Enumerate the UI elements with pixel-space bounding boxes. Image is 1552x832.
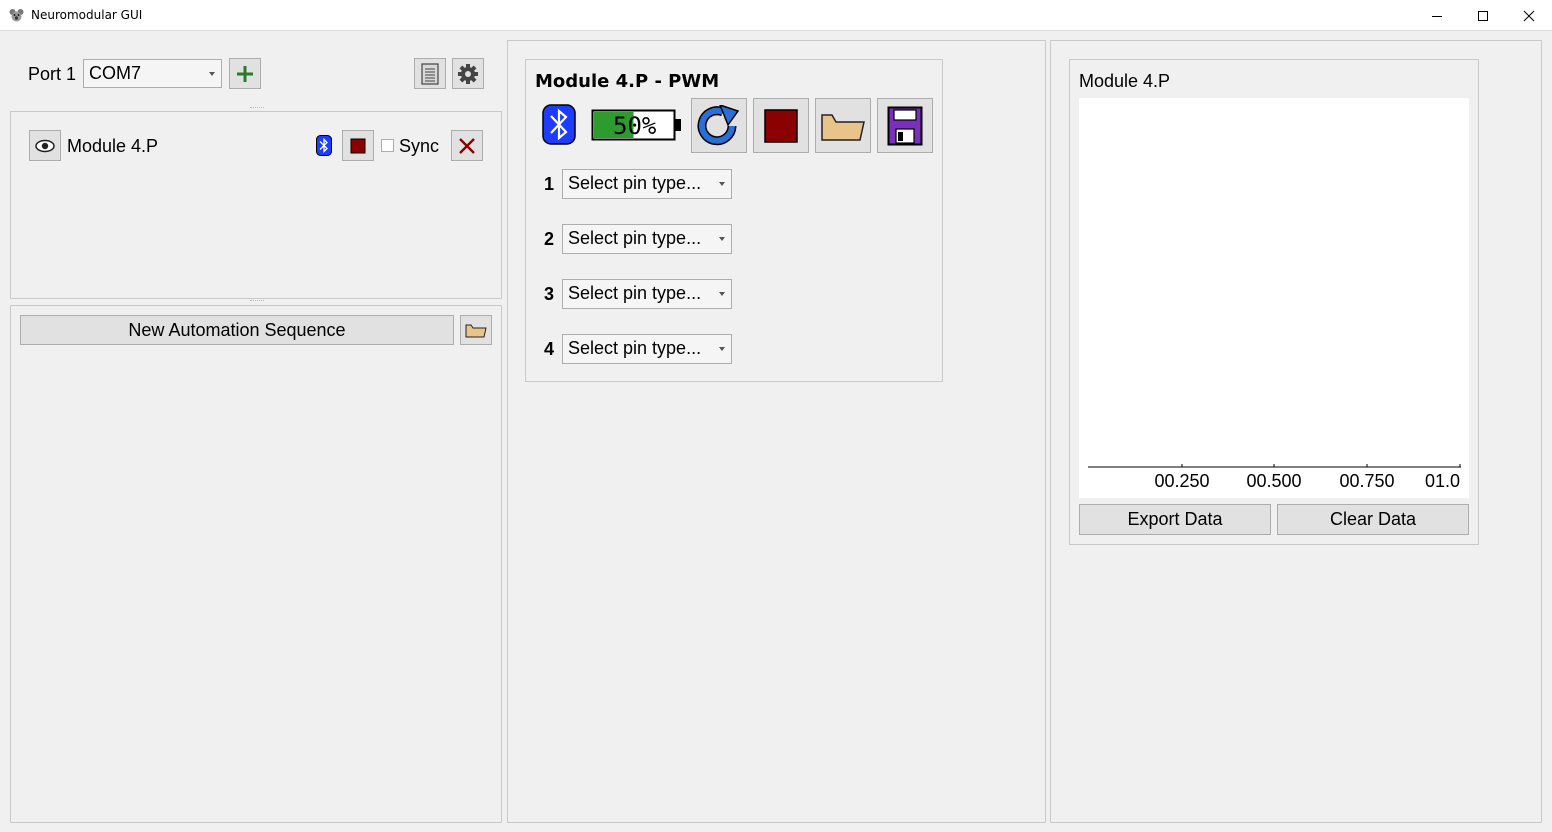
pin-type-value: Select pin type... bbox=[568, 173, 702, 193]
refresh-icon bbox=[697, 104, 740, 145]
maximize-button[interactable] bbox=[1460, 0, 1506, 31]
settings-button[interactable] bbox=[452, 58, 484, 89]
folder-icon bbox=[821, 113, 865, 141]
x-tick-label: 00.750 bbox=[1339, 471, 1394, 491]
plot-canvas[interactable]: 00.250 00.500 00.750 01.0 bbox=[1079, 98, 1469, 498]
pin-type-value: Select pin type... bbox=[568, 283, 702, 303]
splitter-handle[interactable] bbox=[250, 107, 264, 109]
module-name: Module 4.P bbox=[67, 136, 159, 156]
close-icon bbox=[459, 137, 475, 154]
battery-indicator: 50% bbox=[591, 109, 683, 141]
export-data-label: Export Data bbox=[1127, 509, 1223, 529]
minimize-icon bbox=[1432, 15, 1442, 17]
maximize-icon bbox=[1478, 10, 1488, 21]
title-bar: Neuromodular GUI bbox=[0, 0, 1552, 31]
sync-checkbox[interactable] bbox=[381, 139, 394, 152]
bluetooth-icon bbox=[542, 104, 576, 145]
pin-number: 3 bbox=[544, 284, 555, 304]
stop-icon bbox=[350, 138, 366, 153]
pin-type-select[interactable]: Select pin type... bbox=[562, 224, 732, 254]
minimize-button[interactable] bbox=[1414, 0, 1460, 31]
gear-icon bbox=[458, 63, 478, 84]
pin-number: 4 bbox=[544, 339, 555, 359]
stop-button[interactable] bbox=[753, 98, 809, 153]
plot-area bbox=[1079, 98, 1469, 498]
port-select[interactable]: COM7 bbox=[83, 59, 222, 88]
pin-type-value: Select pin type... bbox=[568, 228, 702, 248]
remove-module-button[interactable] bbox=[451, 130, 483, 161]
module-group-title: Module 4.P - PWM bbox=[535, 71, 720, 92]
splitter-handle[interactable] bbox=[250, 300, 264, 302]
module-stop-button[interactable] bbox=[342, 130, 374, 161]
stop-icon bbox=[764, 108, 798, 143]
port-select-value: COM7 bbox=[89, 63, 142, 83]
list-icon bbox=[421, 62, 439, 85]
add-port-icon bbox=[237, 65, 253, 82]
open-folder-button[interactable] bbox=[815, 98, 871, 153]
open-sequence-button[interactable] bbox=[460, 315, 492, 345]
port-label: Port 1 bbox=[28, 64, 77, 84]
pin-type-select[interactable]: Select pin type... bbox=[562, 169, 732, 199]
chevron-down-icon bbox=[719, 347, 725, 351]
folder-icon bbox=[465, 324, 487, 338]
add-port-button[interactable] bbox=[229, 58, 261, 89]
automation-panel bbox=[10, 305, 502, 823]
chevron-down-icon bbox=[719, 182, 725, 186]
save-button[interactable] bbox=[877, 98, 933, 153]
koala-app-icon bbox=[9, 9, 24, 22]
bluetooth-icon bbox=[316, 135, 332, 156]
eye-icon bbox=[35, 139, 55, 152]
close-window-button[interactable] bbox=[1506, 0, 1552, 31]
chevron-down-icon bbox=[209, 72, 215, 76]
chevron-down-icon bbox=[719, 292, 725, 296]
x-tick-label: 00.250 bbox=[1154, 471, 1209, 491]
pin-number: 1 bbox=[544, 174, 555, 194]
close-icon bbox=[1523, 10, 1535, 21]
export-data-button[interactable]: Export Data bbox=[1079, 504, 1271, 535]
clear-data-label: Clear Data bbox=[1329, 509, 1417, 529]
plot-title: Module 4.P bbox=[1079, 71, 1171, 91]
sync-label: Sync bbox=[399, 136, 440, 156]
save-icon bbox=[887, 106, 923, 145]
window-title: Neuromodular GUI bbox=[31, 8, 143, 22]
pin-number: 2 bbox=[544, 229, 555, 249]
pin-type-value: Select pin type... bbox=[568, 338, 702, 358]
chevron-down-icon bbox=[719, 237, 725, 241]
clear-data-button[interactable]: Clear Data bbox=[1277, 504, 1469, 535]
pin-type-select[interactable]: Select pin type... bbox=[562, 279, 732, 309]
refresh-button[interactable] bbox=[691, 98, 747, 153]
log-button[interactable] bbox=[414, 58, 446, 89]
x-tick-label: 00.500 bbox=[1246, 471, 1301, 491]
new-automation-sequence-label: New Automation Sequence bbox=[128, 319, 346, 340]
new-automation-sequence-button[interactable]: New Automation Sequence bbox=[20, 315, 454, 345]
pin-type-select[interactable]: Select pin type... bbox=[562, 334, 732, 364]
x-tick-label: 01.0 bbox=[1425, 471, 1460, 491]
battery-percent-text: 50% bbox=[613, 112, 657, 140]
view-module-button[interactable] bbox=[29, 130, 61, 161]
